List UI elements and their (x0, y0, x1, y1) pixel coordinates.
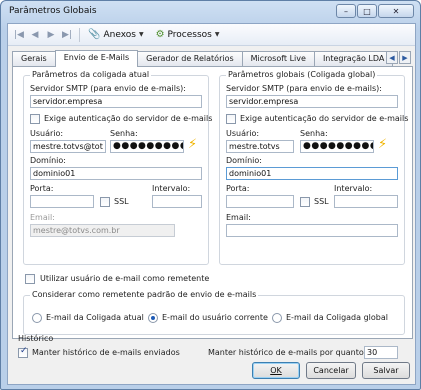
email-label: Email: (30, 213, 55, 222)
cancel-label: Cancelar (313, 366, 349, 375)
prev-record-icon[interactable]: ◀ (28, 28, 42, 42)
lightning-icon[interactable]: ⚡ (378, 137, 387, 152)
toolbar-separator (79, 27, 80, 42)
anexos-label: Anexos (103, 29, 136, 40)
save-button[interactable]: Salvar (362, 362, 410, 379)
save-label: Salvar (373, 366, 399, 375)
smtp-label: Servidor SMTP (para envio de e-mails): (30, 84, 186, 93)
domain-input[interactable]: dominio01 (30, 167, 202, 180)
auth-label: Exige autenticação do servidor de e-mail… (240, 114, 409, 123)
sender-legend: Considerar como remetente padrão de envi… (30, 290, 259, 299)
tab-strip: Gerais Envio de E-Mails Gerador de Relat… (12, 50, 394, 67)
dialog-window: Parâmetros Globais – □ ✕ |◀ ◀ ▶ ▶| 📎 Ane… (0, 0, 421, 390)
sender-option-coligada-atual[interactable] (32, 313, 42, 323)
user-input[interactable]: mestre.totvs (226, 140, 294, 153)
keep-history-label: Manter histórico de e-mails enviados (32, 348, 180, 357)
tab-scroll-left-icon[interactable]: ◀ (386, 51, 398, 64)
window-controls: – □ ✕ (336, 4, 414, 18)
interval-label: Intervalo: (334, 184, 373, 193)
smtp-label: Servidor SMTP (para envio de e-mails): (226, 84, 382, 93)
domain-input[interactable]: dominio01 (226, 167, 398, 180)
tab-gerais[interactable]: Gerais (12, 51, 56, 66)
minimize-button[interactable]: – (336, 4, 356, 18)
use-user-email-checkbox[interactable] (25, 274, 35, 284)
tab-gerador-relatorios[interactable]: Gerador de Relatórios (137, 51, 243, 66)
sender-option-coligada-global[interactable] (272, 313, 282, 323)
process-gear-icon: ⚙ (155, 29, 165, 40)
smtp-input[interactable]: servidor.empresa (226, 95, 398, 108)
history-legend: Histórico (18, 334, 54, 343)
email-label: Email: (226, 213, 251, 222)
sender-option-label: E-mail do usuário corrente (162, 313, 268, 322)
tab-scroll: ◀ ▶ (386, 51, 411, 64)
password-input[interactable]: ●●●●●●●●●●● (300, 140, 374, 153)
keep-history-checkbox[interactable] (18, 346, 28, 358)
auth-label: Exige autenticação do servidor de e-mail… (44, 114, 213, 123)
use-user-email-label: Utilizar usuário de e-mail como remetent… (40, 274, 210, 283)
port-label: Porta: (30, 184, 54, 193)
history-days-label: Manter histórico de e-mails por quantos … (208, 348, 390, 357)
ssl-checkbox[interactable] (300, 197, 310, 207)
auth-checkbox[interactable] (226, 114, 236, 124)
ssl-label: SSL (314, 197, 329, 206)
domain-label: Domínio: (30, 156, 66, 165)
password-input[interactable]: ●●●●●●●●●●● (110, 140, 184, 153)
port-label: Porta: (226, 184, 250, 193)
ssl-checkbox[interactable] (100, 197, 110, 207)
tab-panel-envio-emails: Parâmetros da coligada atual Servidor SM… (12, 66, 413, 339)
tab-scroll-right-icon[interactable]: ▶ (399, 51, 411, 64)
sender-option-label: E-mail da Coligada global (286, 313, 388, 322)
interval-input[interactable] (334, 195, 398, 208)
history-days-input[interactable]: 30 (364, 346, 398, 359)
email-input: mestre@totvs.com.br (30, 224, 175, 237)
user-label: Usuário: (226, 129, 260, 138)
sender-group: Considerar como remetente padrão de envi… (23, 290, 405, 335)
domain-label: Domínio: (226, 156, 262, 165)
coligada-global-legend: Parâmetros globais (Coligada global) (226, 70, 378, 79)
next-record-icon[interactable]: ▶ (44, 28, 58, 42)
user-label: Usuário: (30, 129, 64, 138)
close-button[interactable]: ✕ (378, 4, 414, 18)
first-record-icon[interactable]: |◀ (12, 28, 26, 42)
sender-option-label: E-mail da Coligada atual (46, 313, 144, 322)
sender-option-usuario-corrente[interactable] (148, 313, 158, 323)
attachment-icon: 📎 (88, 29, 101, 40)
maximize-button[interactable]: □ (357, 4, 377, 18)
processos-button[interactable]: ⚙ Processos ▼ (153, 29, 223, 40)
chevron-down-icon: ▼ (214, 31, 220, 38)
title-bar: Parâmetros Globais – □ ✕ (1, 1, 420, 23)
tab-envio-emails[interactable]: Envio de E-Mails (54, 50, 139, 67)
dialog-client: |◀ ◀ ▶ ▶| 📎 Anexos ▼ ⚙ Processos ▼ Gerai… (7, 23, 416, 385)
toolbar: |◀ ◀ ▶ ▶| 📎 Anexos ▼ ⚙ Processos ▼ (8, 24, 415, 46)
interval-label: Intervalo: (152, 184, 191, 193)
cancel-button[interactable]: Cancelar (306, 362, 356, 379)
window-title: Parâmetros Globais (9, 6, 97, 16)
password-label: Senha: (300, 129, 328, 138)
port-input[interactable] (226, 195, 294, 208)
smtp-input[interactable]: servidor.empresa (30, 95, 202, 108)
coligada-atual-group: Parâmetros da coligada atual Servidor SM… (23, 70, 213, 265)
password-label: Senha: (110, 129, 138, 138)
tab-microsoft-live[interactable]: Microsoft Live (241, 51, 315, 66)
coligada-atual-legend: Parâmetros da coligada atual (30, 70, 152, 79)
ok-button[interactable]: OK (252, 362, 300, 379)
user-input[interactable]: mestre.totvs@tot (30, 140, 106, 153)
email-input[interactable] (226, 224, 398, 237)
tab-integracao-lda[interactable]: Integração LDA (313, 51, 394, 66)
interval-input[interactable] (152, 195, 202, 208)
ok-label: OK (270, 366, 282, 375)
auth-checkbox[interactable] (30, 114, 40, 124)
ssl-label: SSL (114, 197, 129, 206)
last-record-icon[interactable]: ▶| (60, 28, 74, 42)
lightning-icon[interactable]: ⚡ (188, 137, 197, 152)
coligada-global-group: Parâmetros globais (Coligada global) Ser… (219, 70, 409, 265)
port-input[interactable] (30, 195, 94, 208)
anexos-button[interactable]: 📎 Anexos ▼ (85, 29, 147, 40)
chevron-down-icon: ▼ (138, 31, 144, 38)
processos-label: Processos (167, 29, 212, 40)
